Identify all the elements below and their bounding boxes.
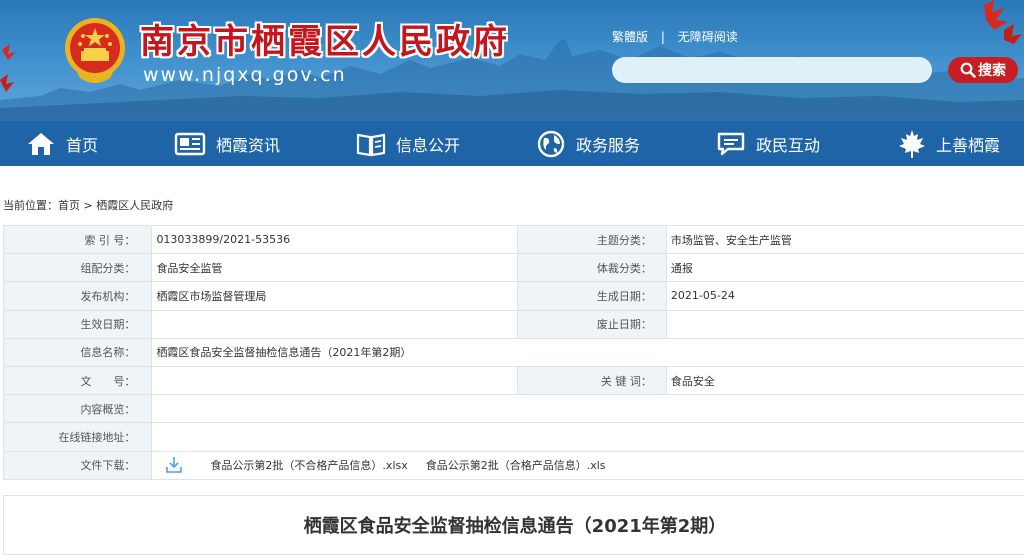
chat-icon [716, 131, 746, 157]
file-download-label: 文件下载： [4, 451, 152, 479]
topic-category-value: 市场监管、安全生产监管 [666, 226, 1024, 254]
link-separator: | [661, 30, 665, 44]
index-number-value: 013033899/2021-53536 [152, 226, 518, 254]
file-download-cell: 食品公示第2批（不合格产品信息）.xlsx 食品公示第2批（合格产品信息）.xl… [152, 451, 1024, 479]
breadcrumb: 当前位置：首页 > 栖霞区人民政府 [3, 197, 173, 213]
table-row: 组配分类： 食品安全监管 体裁分类： 通报 [4, 254, 1024, 282]
nav-item-home[interactable]: 首页 [26, 121, 98, 167]
genre-category-label: 体裁分类： [518, 254, 666, 282]
nav-item-label: 政民互动 [756, 132, 820, 156]
table-row: 在线链接地址： [4, 423, 1024, 451]
download-icon[interactable] [164, 455, 184, 475]
globe-icon [536, 129, 566, 159]
nav-item-label: 栖霞资讯 [216, 132, 280, 156]
breadcrumb-separator: > [84, 199, 93, 212]
content-summary-label: 内容概览： [4, 395, 152, 423]
content-summary-value [152, 395, 1024, 423]
top-links: 繁體版 | 无障碍阅读 [612, 28, 738, 45]
publisher-value: 栖霞区市场监督管理局 [152, 282, 518, 310]
maple-leaf-icon [898, 129, 926, 159]
search-button-label: 搜索 [978, 60, 1006, 80]
effective-date-label: 生效日期： [4, 310, 152, 338]
table-row: 发布机构： 栖霞区市场监督管理局 生成日期： 2021-05-24 [4, 282, 1024, 310]
group-category-value: 食品安全监管 [152, 254, 518, 282]
publisher-label: 发布机构： [4, 282, 152, 310]
newspaper-icon [174, 132, 206, 156]
group-category-label: 组配分类： [4, 254, 152, 282]
info-metadata-table: 索 引 号： 013033899/2021-53536 主题分类： 市场监管、安… [3, 225, 1024, 480]
breadcrumb-current-link[interactable]: 栖霞区人民政府 [96, 199, 173, 212]
search-button[interactable]: 搜索 [948, 57, 1018, 83]
created-date-value: 2021-05-24 [666, 282, 1024, 310]
nav-item-label: 首页 [66, 132, 98, 156]
nav-item-info-disclosure[interactable]: 信息公开 [356, 121, 460, 167]
effective-date-value [152, 310, 518, 338]
breadcrumb-prefix: 当前位置： [3, 199, 58, 212]
index-number-label: 索 引 号： [4, 226, 152, 254]
nav-item-gov-services[interactable]: 政务服务 [536, 121, 640, 167]
info-name-label: 信息名称： [4, 338, 152, 366]
table-row: 索 引 号： 013033899/2021-53536 主题分类： 市场监管、安… [4, 226, 1024, 254]
home-icon [26, 131, 56, 157]
search-icon [960, 62, 976, 78]
table-row: 信息名称： 栖霞区食品安全监督抽检信息通告（2021年第2期） [4, 338, 1024, 366]
national-emblem-icon [62, 14, 128, 88]
table-row: 内容概览： [4, 395, 1024, 423]
book-icon [356, 131, 386, 157]
traditional-chinese-link[interactable]: 繁體版 [612, 28, 648, 45]
nav-item-shangshan-qixia[interactable]: 上善栖霞 [898, 121, 1000, 167]
created-date-label: 生成日期： [518, 282, 666, 310]
site-url: www.njqxq.gov.cn [143, 64, 347, 86]
nav-item-label: 政务服务 [576, 132, 640, 156]
red-leaves-decoration [964, 0, 1024, 60]
breadcrumb-home-link[interactable]: 首页 [58, 199, 80, 212]
table-row: 文件下载： 食品公示第2批（不合格产品信息）.xlsx 食品公示第2批（合格产品… [4, 451, 1024, 479]
genre-category-value: 通报 [666, 254, 1024, 282]
search-input[interactable] [612, 57, 932, 83]
topic-category-label: 主题分类： [518, 226, 666, 254]
keywords-value: 食品安全 [666, 366, 1024, 394]
article-title: 栖霞区食品安全监督抽检信息通告（2021年第2期） [0, 512, 1024, 538]
table-row: 文 号： 关 键 词： 食品安全 [4, 366, 1024, 394]
keywords-label: 关 键 词： [518, 366, 666, 394]
main-nav: 首页 栖霞资讯 信息公开 政务服务 [0, 120, 1024, 166]
abolish-date-value [666, 310, 1024, 338]
site-header: 南京市栖霞区人民政府 www.njqxq.gov.cn 繁體版 | 无障碍阅读 … [0, 0, 1024, 120]
online-link-label: 在线链接地址： [4, 423, 152, 451]
nav-item-interaction[interactable]: 政民互动 [716, 121, 820, 167]
table-row: 生效日期： 废止日期： [4, 310, 1024, 338]
file-link-qualified[interactable]: 食品公示第2批（合格产品信息）.xls [426, 457, 606, 473]
abolish-date-label: 废止日期： [518, 310, 666, 338]
red-leaves-decoration [0, 40, 18, 110]
nav-item-label: 信息公开 [396, 132, 460, 156]
document-number-label: 文 号： [4, 366, 152, 394]
accessibility-link[interactable]: 无障碍阅读 [678, 28, 738, 45]
online-link-value [152, 423, 1024, 451]
nav-item-news[interactable]: 栖霞资讯 [174, 121, 280, 167]
info-name-value: 栖霞区食品安全监督抽检信息通告（2021年第2期） [152, 338, 1024, 366]
site-title: 南京市栖霞区人民政府 [140, 14, 510, 63]
file-link-unqualified[interactable]: 食品公示第2批（不合格产品信息）.xlsx [210, 457, 407, 473]
document-number-value [152, 366, 518, 394]
nav-item-label: 上善栖霞 [936, 132, 1000, 156]
